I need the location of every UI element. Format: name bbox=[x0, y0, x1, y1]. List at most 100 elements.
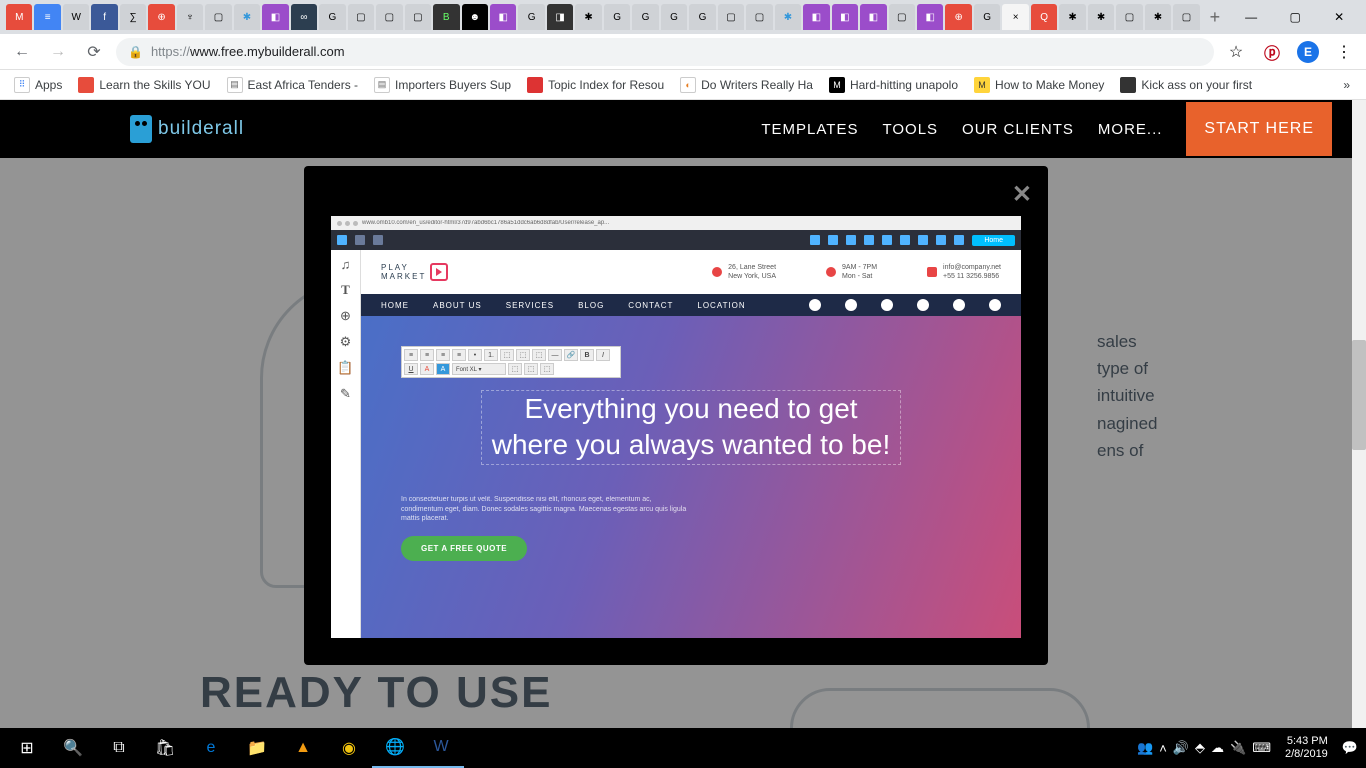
rte-bold[interactable]: B bbox=[580, 349, 594, 361]
search-icon[interactable]: 🔍 bbox=[50, 728, 96, 768]
tab[interactable]: ▢ bbox=[348, 4, 374, 30]
bookmark-overflow[interactable]: » bbox=[1335, 78, 1358, 92]
cta-button[interactable]: GET A FREE QUOTE bbox=[401, 536, 527, 561]
input-icon[interactable]: ⌨ bbox=[1252, 740, 1271, 756]
social-icon[interactable] bbox=[809, 299, 821, 311]
rte-underline[interactable]: U bbox=[404, 363, 418, 375]
onedrive-icon[interactable]: ☁ bbox=[1211, 740, 1224, 756]
tab[interactable]: ▢ bbox=[718, 4, 744, 30]
tab[interactable]: ◧ bbox=[490, 4, 516, 30]
pinterest-icon[interactable]: ⓟ bbox=[1258, 38, 1286, 66]
explorer-icon[interactable]: 📁 bbox=[234, 728, 280, 768]
clipboard-icon[interactable]: 📋 bbox=[338, 360, 354, 376]
tab[interactable]: ▢ bbox=[376, 4, 402, 30]
rte-btn[interactable]: ⬚ bbox=[500, 349, 514, 361]
hero-headline[interactable]: Everything you need to get where you alw… bbox=[401, 390, 981, 465]
rte-btn[interactable]: ⬚ bbox=[524, 363, 538, 375]
tmpl-nav-item[interactable]: HOME bbox=[381, 301, 409, 310]
tab[interactable]: ⊕ bbox=[945, 4, 971, 30]
headphones-icon[interactable]: ♫ bbox=[338, 256, 354, 272]
tab[interactable]: ⊕ bbox=[148, 4, 174, 30]
modal-close-button[interactable]: ✕ bbox=[1012, 180, 1032, 209]
scrollbar-thumb[interactable] bbox=[1352, 340, 1366, 450]
rte-font-size[interactable]: Font XL ▾ bbox=[452, 363, 506, 375]
tab[interactable]: ▢ bbox=[1173, 4, 1199, 30]
tab[interactable]: G bbox=[632, 4, 658, 30]
rte-btn[interactable]: • bbox=[468, 349, 482, 361]
bookmark[interactable]: MHard-hitting unapolo bbox=[823, 73, 964, 97]
editor-home-button[interactable]: Home bbox=[972, 235, 1015, 246]
address-bar[interactable]: 🔒 https://www.free.mybuilderall.com bbox=[116, 38, 1214, 66]
tmpl-nav-item[interactable]: CONTACT bbox=[628, 301, 673, 310]
redo-icon[interactable] bbox=[864, 235, 874, 245]
notifications-icon[interactable]: 💬 bbox=[1342, 740, 1358, 756]
bookmark[interactable]: ▤East Africa Tenders - bbox=[221, 73, 365, 97]
device-desktop-icon[interactable] bbox=[337, 235, 347, 245]
tab[interactable]: ✱ bbox=[1059, 4, 1085, 30]
window-minimize[interactable]: — bbox=[1229, 0, 1273, 34]
browser-menu[interactable]: ⋮ bbox=[1330, 38, 1358, 66]
tab[interactable]: ▢ bbox=[746, 4, 772, 30]
bookmark[interactable]: ◐Do Writers Really Ha bbox=[674, 73, 819, 97]
rte-btn[interactable]: ⬚ bbox=[508, 363, 522, 375]
tab[interactable]: G bbox=[974, 4, 1000, 30]
rte-italic[interactable]: I bbox=[596, 349, 610, 361]
tab[interactable]: ≡ bbox=[34, 4, 60, 30]
taskbar-clock[interactable]: 5:43 PM 2/8/2019 bbox=[1277, 735, 1336, 761]
social-icon[interactable] bbox=[845, 299, 857, 311]
nav-clients[interactable]: OUR CLIENTS bbox=[962, 121, 1074, 138]
tool-icon[interactable]: ✎ bbox=[338, 386, 354, 402]
settings-icon[interactable]: ⚙ bbox=[338, 334, 354, 350]
bookmark[interactable]: Learn the Skills YOU bbox=[72, 73, 216, 97]
tmpl-nav-item[interactable]: LOCATION bbox=[697, 301, 745, 310]
store-icon[interactable]: 🛍 bbox=[142, 728, 188, 768]
tab[interactable]: Q bbox=[1031, 4, 1057, 30]
nav-more[interactable]: MORE... bbox=[1098, 121, 1163, 138]
tab[interactable]: f bbox=[91, 4, 117, 30]
tab[interactable]: ◧ bbox=[262, 4, 288, 30]
toolbar-icon[interactable] bbox=[936, 235, 946, 245]
nav-tools[interactable]: TOOLS bbox=[882, 121, 938, 138]
dropbox-icon[interactable]: ⬘ bbox=[1195, 740, 1205, 756]
bookmark[interactable]: Kick ass on your first bbox=[1114, 73, 1258, 97]
tab[interactable]: G bbox=[661, 4, 687, 30]
tab[interactable]: ∞ bbox=[291, 4, 317, 30]
tab[interactable]: ▢ bbox=[405, 4, 431, 30]
grid-icon[interactable] bbox=[918, 235, 928, 245]
tab[interactable]: ✱ bbox=[234, 4, 260, 30]
tmpl-nav-item[interactable]: SERVICES bbox=[506, 301, 554, 310]
tab[interactable]: W bbox=[63, 4, 89, 30]
nav-templates[interactable]: TEMPLATES bbox=[761, 121, 858, 138]
page-scrollbar[interactable] bbox=[1352, 100, 1366, 728]
tab[interactable]: ◧ bbox=[860, 4, 886, 30]
tab[interactable]: ◧ bbox=[803, 4, 829, 30]
bookmark-star-icon[interactable]: ☆ bbox=[1222, 38, 1250, 66]
start-button[interactable]: ⊞ bbox=[4, 728, 50, 768]
chrome-icon[interactable]: 🌐 bbox=[372, 728, 418, 768]
rte-btn[interactable]: ≡ bbox=[452, 349, 466, 361]
bookmark[interactable]: ▤Importers Buyers Sup bbox=[368, 73, 517, 97]
device-mobile-icon[interactable] bbox=[373, 235, 383, 245]
toolbar-icon[interactable] bbox=[954, 235, 964, 245]
new-tab-button[interactable]: + bbox=[1202, 4, 1228, 30]
tab[interactable]: ∑ bbox=[120, 4, 146, 30]
tmpl-nav-item[interactable]: ABOUT US bbox=[433, 301, 482, 310]
edge-icon[interactable]: e bbox=[188, 728, 234, 768]
social-icon[interactable] bbox=[989, 299, 1001, 311]
social-icon[interactable] bbox=[917, 299, 929, 311]
people-icon[interactable]: 👥 bbox=[1137, 740, 1153, 756]
tab[interactable]: ▢ bbox=[1116, 4, 1142, 30]
apps-shortcut[interactable]: ⠿Apps bbox=[8, 73, 68, 97]
tab[interactable]: ☻ bbox=[462, 4, 488, 30]
undo-icon[interactable] bbox=[846, 235, 856, 245]
volume-icon[interactable]: 🔊 bbox=[1173, 740, 1189, 756]
rte-btn[interactable]: — bbox=[548, 349, 562, 361]
rte-btn[interactable]: 1. bbox=[484, 349, 498, 361]
vlc-icon[interactable]: ▲ bbox=[280, 728, 326, 768]
tab[interactable]: ◧ bbox=[832, 4, 858, 30]
tab[interactable]: G bbox=[518, 4, 544, 30]
forward-button[interactable]: → bbox=[44, 38, 72, 66]
tab[interactable]: G bbox=[689, 4, 715, 30]
tab[interactable]: ▢ bbox=[205, 4, 231, 30]
editor-canvas[interactable]: PLAYMARKET 26, Lane StreetNew York, USA … bbox=[361, 250, 1021, 638]
